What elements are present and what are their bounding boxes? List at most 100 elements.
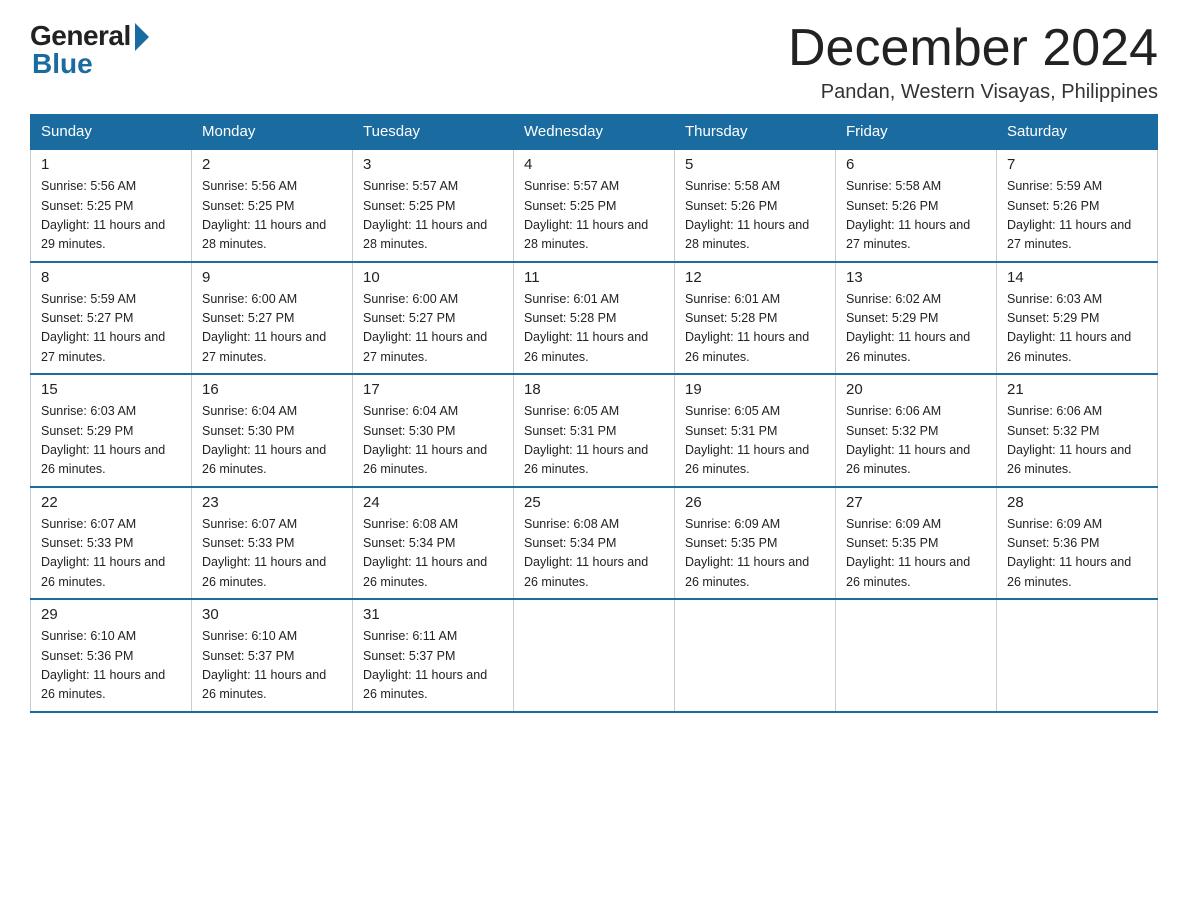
logo-blue-text: Blue [32, 48, 93, 80]
day-info: Sunrise: 6:03 AMSunset: 5:29 PMDaylight:… [1007, 290, 1147, 368]
day-info: Sunrise: 6:02 AMSunset: 5:29 PMDaylight:… [846, 290, 986, 368]
day-cell: 10 Sunrise: 6:00 AMSunset: 5:27 PMDayligh… [353, 262, 514, 375]
day-cell: 18 Sunrise: 6:05 AMSunset: 5:31 PMDayligh… [514, 374, 675, 487]
day-cell: 15 Sunrise: 6:03 AMSunset: 5:29 PMDayligh… [31, 374, 192, 487]
day-number: 21 [1007, 381, 1147, 398]
day-cell [514, 599, 675, 712]
day-info: Sunrise: 5:56 AMSunset: 5:25 PMDaylight:… [41, 177, 181, 255]
title-block: December 2024 Pandan, Western Visayas, P… [788, 20, 1158, 104]
day-number: 23 [202, 494, 342, 511]
header-cell-monday: Monday [192, 115, 353, 150]
day-info: Sunrise: 6:10 AMSunset: 5:37 PMDaylight:… [202, 627, 342, 705]
day-number: 9 [202, 269, 342, 286]
header-row: SundayMondayTuesdayWednesdayThursdayFrid… [31, 115, 1158, 150]
day-number: 4 [524, 156, 664, 173]
day-info: Sunrise: 6:05 AMSunset: 5:31 PMDaylight:… [524, 402, 664, 480]
day-info: Sunrise: 6:00 AMSunset: 5:27 PMDaylight:… [363, 290, 503, 368]
day-number: 5 [685, 156, 825, 173]
day-info: Sunrise: 6:09 AMSunset: 5:35 PMDaylight:… [846, 515, 986, 593]
day-number: 15 [41, 381, 181, 398]
day-cell: 19 Sunrise: 6:05 AMSunset: 5:31 PMDayligh… [675, 374, 836, 487]
day-number: 25 [524, 494, 664, 511]
day-number: 8 [41, 269, 181, 286]
month-title: December 2024 [788, 20, 1158, 77]
day-cell: 3 Sunrise: 5:57 AMSunset: 5:25 PMDaylight… [353, 149, 514, 262]
day-info: Sunrise: 6:06 AMSunset: 5:32 PMDaylight:… [846, 402, 986, 480]
day-number: 12 [685, 269, 825, 286]
day-cell: 25 Sunrise: 6:08 AMSunset: 5:34 PMDayligh… [514, 487, 675, 600]
page-header: General Blue December 2024 Pandan, Weste… [30, 20, 1158, 104]
day-info: Sunrise: 6:10 AMSunset: 5:36 PMDaylight:… [41, 627, 181, 705]
week-row-2: 8 Sunrise: 5:59 AMSunset: 5:27 PMDaylight… [31, 262, 1158, 375]
day-number: 24 [363, 494, 503, 511]
logo: General Blue [30, 20, 149, 80]
day-info: Sunrise: 5:58 AMSunset: 5:26 PMDaylight:… [685, 177, 825, 255]
day-info: Sunrise: 6:03 AMSunset: 5:29 PMDaylight:… [41, 402, 181, 480]
header-cell-saturday: Saturday [997, 115, 1158, 150]
day-info: Sunrise: 6:07 AMSunset: 5:33 PMDaylight:… [202, 515, 342, 593]
header-cell-wednesday: Wednesday [514, 115, 675, 150]
calendar-header: SundayMondayTuesdayWednesdayThursdayFrid… [31, 115, 1158, 150]
day-cell: 26 Sunrise: 6:09 AMSunset: 5:35 PMDayligh… [675, 487, 836, 600]
day-info: Sunrise: 6:05 AMSunset: 5:31 PMDaylight:… [685, 402, 825, 480]
day-number: 17 [363, 381, 503, 398]
day-cell: 24 Sunrise: 6:08 AMSunset: 5:34 PMDayligh… [353, 487, 514, 600]
day-cell: 29 Sunrise: 6:10 AMSunset: 5:36 PMDayligh… [31, 599, 192, 712]
day-number: 7 [1007, 156, 1147, 173]
day-info: Sunrise: 6:04 AMSunset: 5:30 PMDaylight:… [363, 402, 503, 480]
day-number: 26 [685, 494, 825, 511]
day-number: 19 [685, 381, 825, 398]
day-info: Sunrise: 6:06 AMSunset: 5:32 PMDaylight:… [1007, 402, 1147, 480]
day-number: 18 [524, 381, 664, 398]
day-number: 22 [41, 494, 181, 511]
day-cell: 5 Sunrise: 5:58 AMSunset: 5:26 PMDaylight… [675, 149, 836, 262]
week-row-5: 29 Sunrise: 6:10 AMSunset: 5:36 PMDayligh… [31, 599, 1158, 712]
day-number: 10 [363, 269, 503, 286]
day-number: 29 [41, 606, 181, 623]
day-cell: 7 Sunrise: 5:59 AMSunset: 5:26 PMDaylight… [997, 149, 1158, 262]
day-number: 27 [846, 494, 986, 511]
day-info: Sunrise: 6:01 AMSunset: 5:28 PMDaylight:… [685, 290, 825, 368]
day-cell [675, 599, 836, 712]
day-info: Sunrise: 6:07 AMSunset: 5:33 PMDaylight:… [41, 515, 181, 593]
day-info: Sunrise: 6:08 AMSunset: 5:34 PMDaylight:… [524, 515, 664, 593]
day-info: Sunrise: 6:01 AMSunset: 5:28 PMDaylight:… [524, 290, 664, 368]
day-info: Sunrise: 6:04 AMSunset: 5:30 PMDaylight:… [202, 402, 342, 480]
logo-arrow-icon [135, 23, 149, 51]
day-number: 6 [846, 156, 986, 173]
day-cell: 1 Sunrise: 5:56 AMSunset: 5:25 PMDaylight… [31, 149, 192, 262]
week-row-1: 1 Sunrise: 5:56 AMSunset: 5:25 PMDaylight… [31, 149, 1158, 262]
day-number: 2 [202, 156, 342, 173]
day-info: Sunrise: 5:59 AMSunset: 5:27 PMDaylight:… [41, 290, 181, 368]
day-number: 1 [41, 156, 181, 173]
week-row-3: 15 Sunrise: 6:03 AMSunset: 5:29 PMDayligh… [31, 374, 1158, 487]
day-cell: 31Sunrise: 6:11 AMSunset: 5:37 PMDayligh… [353, 599, 514, 712]
day-info: Sunrise: 6:08 AMSunset: 5:34 PMDaylight:… [363, 515, 503, 593]
day-info: Sunrise: 5:57 AMSunset: 5:25 PMDaylight:… [524, 177, 664, 255]
day-cell: 6Sunrise: 5:58 AMSunset: 5:26 PMDaylight… [836, 149, 997, 262]
day-cell: 13 Sunrise: 6:02 AMSunset: 5:29 PMDayligh… [836, 262, 997, 375]
day-info: Sunrise: 5:57 AMSunset: 5:25 PMDaylight:… [363, 177, 503, 255]
day-info: Sunrise: 5:56 AMSunset: 5:25 PMDaylight:… [202, 177, 342, 255]
day-cell: 28Sunrise: 6:09 AMSunset: 5:36 PMDayligh… [997, 487, 1158, 600]
calendar-body: 1 Sunrise: 5:56 AMSunset: 5:25 PMDaylight… [31, 149, 1158, 712]
day-cell [836, 599, 997, 712]
day-info: Sunrise: 5:59 AMSunset: 5:26 PMDaylight:… [1007, 177, 1147, 255]
header-cell-thursday: Thursday [675, 115, 836, 150]
day-cell: 16Sunrise: 6:04 AMSunset: 5:30 PMDayligh… [192, 374, 353, 487]
day-cell: 23 Sunrise: 6:07 AMSunset: 5:33 PMDayligh… [192, 487, 353, 600]
day-number: 30 [202, 606, 342, 623]
calendar-table: SundayMondayTuesdayWednesdayThursdayFrid… [30, 114, 1158, 713]
day-cell: 21 Sunrise: 6:06 AMSunset: 5:32 PMDayligh… [997, 374, 1158, 487]
day-number: 13 [846, 269, 986, 286]
day-number: 31 [363, 606, 503, 623]
day-info: Sunrise: 6:00 AMSunset: 5:27 PMDaylight:… [202, 290, 342, 368]
day-cell: 11Sunrise: 6:01 AMSunset: 5:28 PMDayligh… [514, 262, 675, 375]
day-cell: 27 Sunrise: 6:09 AMSunset: 5:35 PMDayligh… [836, 487, 997, 600]
day-cell: 12 Sunrise: 6:01 AMSunset: 5:28 PMDayligh… [675, 262, 836, 375]
day-number: 3 [363, 156, 503, 173]
location: Pandan, Western Visayas, Philippines [788, 81, 1158, 104]
day-info: Sunrise: 6:09 AMSunset: 5:35 PMDaylight:… [685, 515, 825, 593]
day-cell: 17 Sunrise: 6:04 AMSunset: 5:30 PMDayligh… [353, 374, 514, 487]
day-cell: 8 Sunrise: 5:59 AMSunset: 5:27 PMDaylight… [31, 262, 192, 375]
